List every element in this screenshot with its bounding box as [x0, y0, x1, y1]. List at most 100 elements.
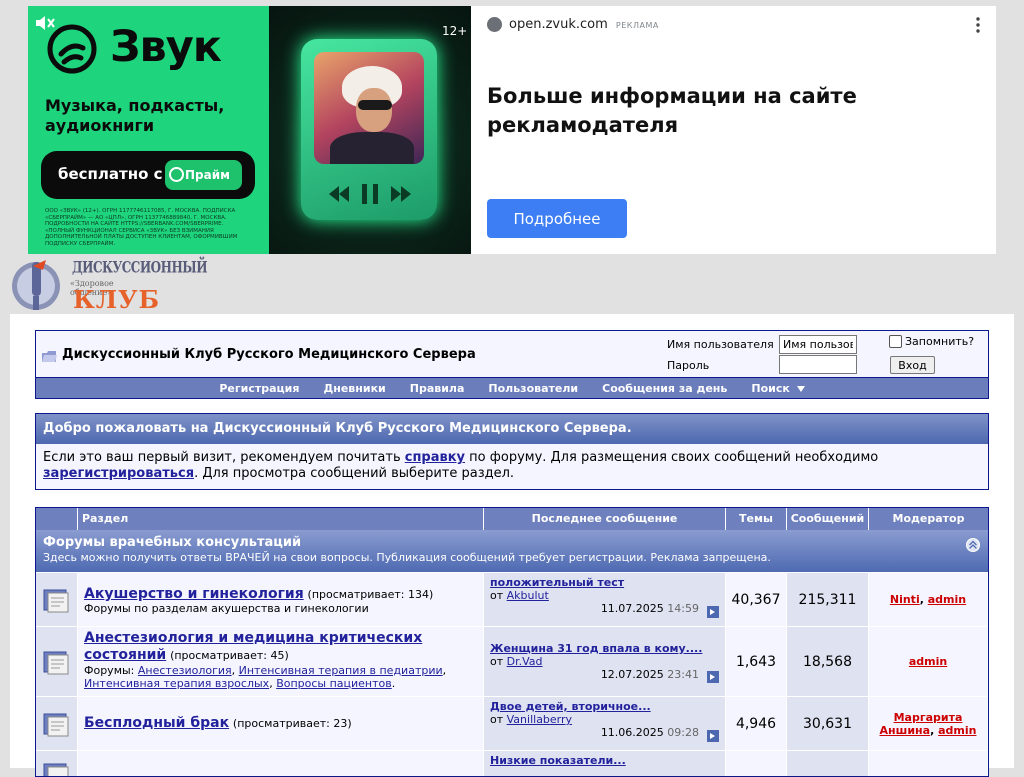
music-player-illustration [301, 39, 437, 220]
ad-info-panel[interactable]: open.zvuk.com РЕКЛАМА Больше информации … [471, 6, 996, 254]
last-post-by-prefix: от [490, 589, 504, 602]
remember-checkbox[interactable] [889, 335, 902, 348]
forum-link[interactable]: Бесплодный брак [84, 715, 229, 731]
last-post-by-prefix: от [490, 713, 504, 726]
welcome-title: Добро пожаловать на Дискуссионный Клуб Р… [36, 414, 988, 444]
page-title[interactable]: Дискуссионный Клуб Русского Медицинского… [62, 347, 476, 362]
header-posts: Сообщений [787, 508, 869, 530]
last-post-link[interactable]: положительный тест [490, 576, 624, 589]
cover-sunglasses [358, 100, 392, 110]
subforum-link[interactable]: Вопросы пациентов [276, 677, 392, 690]
forum-link[interactable]: Акушерство и гинекология [84, 586, 304, 602]
threads-count: 40,367 [726, 573, 787, 626]
navbar-links: Регистрация Дневники Правила Пользовател… [36, 378, 988, 398]
forum-cell: Анестезиология и медицина критических со… [78, 627, 484, 696]
forum-description: Форумы по разделам акушерства и гинеколо… [84, 602, 369, 615]
threads-count: 4,946 [726, 697, 787, 750]
go-to-last-post-icon[interactable] [707, 671, 719, 683]
go-to-last-post-icon[interactable] [707, 730, 719, 742]
collapse-icon[interactable] [966, 538, 980, 552]
help-link[interactable]: справку [405, 450, 465, 465]
prime-badge: Прайм [165, 160, 242, 190]
welcome-text-3: . Для просмотра сообщений выберите разде… [194, 466, 515, 481]
folder-navigation-icon [42, 351, 57, 362]
posts-count: 30,631 [787, 697, 869, 750]
forum-folder-icon [43, 763, 68, 776]
table-row: Бесплодный брак (просматривает: 23) Двое… [36, 696, 988, 750]
last-post-link[interactable]: Женщина 31 год впала в кому.... [490, 642, 702, 655]
table-header: Раздел Последнее сообщение Темы Сообщени… [36, 508, 988, 530]
moderator-cell: admin [869, 627, 988, 696]
ad-pill-text: бесплатно с [58, 165, 163, 183]
nav-register[interactable]: Регистрация [219, 382, 299, 395]
prime-label: Прайм [185, 168, 230, 182]
breadcrumb[interactable]: Дискуссионный Клуб Русского Медицинского… [36, 331, 663, 377]
last-post-author[interactable]: Vanillaberry [507, 713, 572, 726]
nav-search[interactable]: Поиск [751, 381, 805, 395]
moderator-link[interactable]: Ninti [890, 593, 920, 606]
nav-diaries[interactable]: Дневники [323, 382, 385, 395]
login-button[interactable]: Вход [890, 356, 935, 374]
prime-check-icon [169, 167, 184, 182]
forum-folder-icon [43, 713, 68, 736]
last-post-link[interactable]: Двое детей, вторичное... [490, 700, 651, 713]
subforum-link[interactable]: Интенсивная терапия взрослых [84, 677, 269, 690]
welcome-text: Если это ваш первый визит, рекомендуем п… [36, 444, 988, 489]
ad-cta-button[interactable]: Подробнее [487, 199, 627, 238]
forum-status-cell [36, 751, 78, 776]
register-link[interactable]: зарегистрироваться [43, 466, 194, 481]
forum-page: Дискуссионный Клуб Русского Медицинского… [10, 314, 1014, 777]
welcome-box: Добро пожаловать на Дискуссионный Клуб Р… [35, 413, 989, 490]
ad-banner[interactable]: Звук Музыка, подкасты, аудиокниги беспла… [28, 6, 996, 254]
forum-cell: Акушерство и гинекология (просматривает:… [78, 573, 484, 626]
nav-rules[interactable]: Правила [410, 382, 465, 395]
nav-search-label[interactable]: Поиск [751, 382, 789, 395]
posts-count: 18,568 [787, 627, 869, 696]
moderator-cell: Маргарита Аншина, admin [869, 697, 988, 750]
go-to-last-post-icon[interactable] [707, 606, 719, 618]
last-post-cell: Женщина 31 год впала в кому.... от Dr.Va… [484, 627, 726, 696]
username-input[interactable] [779, 335, 857, 354]
posts-count: 215,311 [787, 573, 869, 626]
category-description: Здесь можно получить ответы ВРАЧЕЙ на св… [43, 551, 771, 564]
table-row: Низкие показатели... [36, 750, 988, 776]
forum-folder-icon [43, 651, 68, 674]
navbar: Дискуссионный Клуб Русского Медицинского… [35, 330, 989, 399]
moderator-cell [869, 751, 988, 776]
category-header: Форумы врачебных консультаций Здесь можн… [36, 530, 988, 572]
forum-viewing: (просматривает: 23) [232, 717, 352, 730]
subforum-link[interactable]: Анестезиология [138, 664, 232, 677]
site-logo[interactable]: ДИСКУССИОННЫЙ «Здоровое общение» КЛУБ [10, 254, 208, 314]
nav-todays-posts[interactable]: Сообщения за день [602, 382, 727, 395]
ad-domain[interactable]: open.zvuk.com РЕКЛАМА [509, 17, 659, 32]
ad-label: РЕКЛАМА [615, 21, 659, 30]
welcome-text-1: Если это ваш первый визит, рекомендуем п… [43, 450, 405, 465]
header-moderator: Модератор [892, 512, 965, 525]
forum-cell: Бесплодный брак (просматривает: 23) [78, 697, 484, 750]
nav-members[interactable]: Пользователи [488, 382, 578, 395]
last-post-link[interactable]: Низкие показатели... [490, 754, 626, 767]
caret-down-icon[interactable] [796, 385, 805, 392]
subforums: Форумы: Анестезиология, Интенсивная тера… [84, 664, 447, 690]
category-title[interactable]: Форумы врачебных консультаций [43, 535, 981, 550]
moderator-link[interactable]: admin [909, 655, 947, 668]
moderator-link[interactable]: admin [938, 724, 976, 737]
last-post-author[interactable]: Dr.Vad [507, 655, 543, 668]
welcome-text-2: по форуму. Для размещения своих сообщени… [465, 450, 879, 465]
last-post-author[interactable]: Akbulut [507, 589, 549, 602]
last-post-by-prefix: от [490, 655, 504, 668]
last-post-time: 23:41 [667, 668, 699, 681]
forum-status-cell [36, 697, 78, 750]
ad-creative[interactable]: Звук Музыка, подкасты, аудиокниги беспла… [28, 6, 471, 254]
moderator-link[interactable]: admin [928, 593, 966, 606]
password-label: Пароль [667, 359, 710, 372]
subforum-link[interactable]: Интенсивная терапия в педиатрии [239, 664, 443, 677]
forum-status-cell [36, 573, 78, 626]
remember-me[interactable]: Запомнить? [889, 335, 974, 348]
ad-tagline: Музыка, подкасты, аудиокниги [45, 96, 225, 135]
threads-count [726, 751, 787, 776]
header-threads: Темы [726, 508, 787, 530]
password-input[interactable] [779, 355, 857, 374]
player-cover [314, 52, 424, 164]
more-options-icon[interactable] [976, 17, 980, 33]
